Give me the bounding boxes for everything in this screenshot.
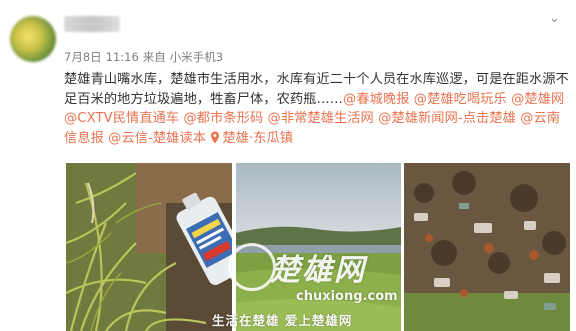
source-prefix: 来自 xyxy=(142,50,166,64)
location-pin-icon xyxy=(211,131,220,143)
post-date[interactable]: 7月8日 xyxy=(64,50,102,64)
photo-reservoir-image xyxy=(236,163,401,331)
photo-garbage[interactable] xyxy=(404,163,570,331)
photo-gallery xyxy=(0,163,576,331)
mention-link[interactable]: @楚雄吃喝玩乐 xyxy=(414,92,507,107)
mention-link[interactable]: @春城晚报 xyxy=(343,92,409,107)
username-blurred[interactable] xyxy=(64,16,120,32)
photo-pesticide-bottle-image xyxy=(66,163,232,331)
user-avatar[interactable] xyxy=(10,16,56,62)
post-time[interactable]: 11:16 xyxy=(106,50,139,64)
location-label: 楚雄·东瓜镇 xyxy=(222,130,294,146)
source-device[interactable]: 小米手机3 xyxy=(170,50,223,64)
location-link[interactable]: 楚雄·东瓜镇 xyxy=(210,131,293,146)
photo-pesticide-bottle[interactable] xyxy=(66,163,232,331)
mention-link[interactable]: @楚雄新闻网-点击楚雄 xyxy=(378,111,516,126)
mention-link[interactable]: @都市条形码 xyxy=(184,111,264,126)
post-content: 楚雄青山嘴水库，楚雄市生活用水，水库有近二十个人员在水库巡逻，可是在距水源不足百… xyxy=(64,70,569,148)
mention-link[interactable]: @云信-楚雄读本 xyxy=(108,131,206,146)
mention-link[interactable]: @CXTV民情直通车 xyxy=(64,111,179,126)
mention-link[interactable]: @楚雄网 xyxy=(511,92,564,107)
photo-garbage-image xyxy=(404,163,570,331)
mention-link[interactable]: @非常楚雄生活网 xyxy=(268,111,374,126)
post-meta: 7月8日 11:16 来自 小米手机3 xyxy=(64,49,227,65)
chevron-down-icon[interactable]: ⌄ xyxy=(549,12,560,26)
photo-reservoir[interactable] xyxy=(236,163,401,331)
